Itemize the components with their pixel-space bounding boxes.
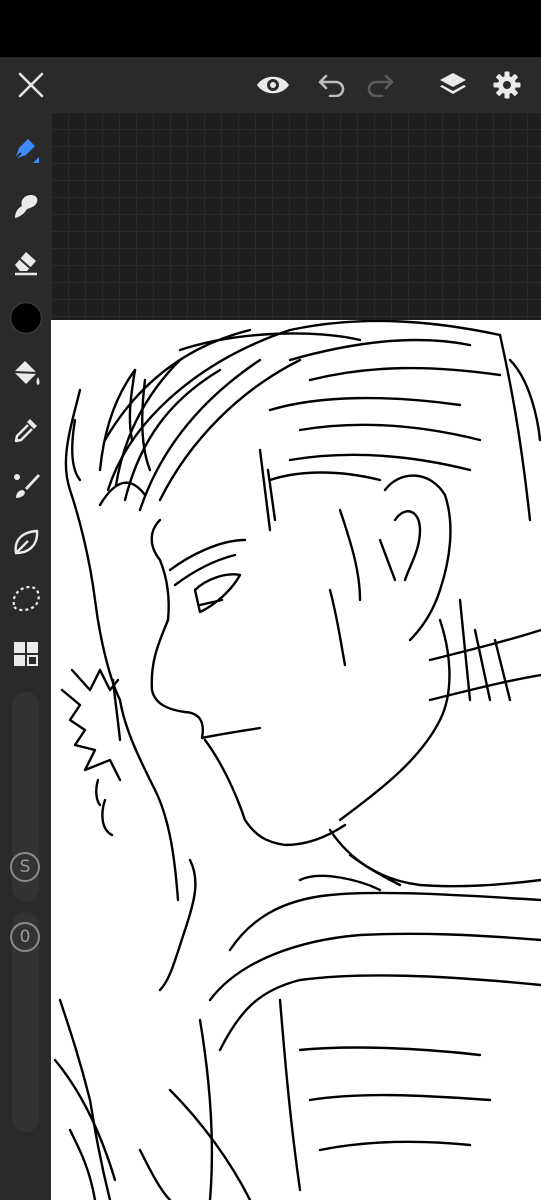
grid-icon — [13, 642, 38, 666]
color-picker-button[interactable] — [0, 294, 51, 342]
pen-icon — [13, 139, 39, 163]
undo-icon — [318, 74, 345, 97]
smudge-tool-button[interactable] — [0, 182, 51, 230]
close-button[interactable] — [7, 57, 55, 112]
vector-tool-button[interactable] — [0, 518, 51, 566]
redo-icon — [367, 74, 394, 97]
settings-button[interactable] — [483, 57, 531, 112]
status-bar — [0, 0, 541, 57]
layers-icon — [440, 72, 466, 94]
eyedropper-icon — [14, 419, 37, 443]
drawing-canvas[interactable] — [51, 320, 541, 1200]
selection-tool-button[interactable] — [0, 574, 51, 622]
opacity-badge[interactable]: 0 — [10, 922, 40, 952]
smudge-icon — [14, 195, 37, 218]
workspace-grid — [51, 112, 541, 320]
brush-settings-button[interactable] — [0, 462, 51, 510]
eraser-icon — [14, 252, 37, 276]
eyedropper-tool-button[interactable] — [0, 406, 51, 454]
size-badge[interactable]: S — [10, 852, 40, 882]
color-swatch — [9, 301, 42, 335]
preview-button[interactable] — [249, 57, 297, 112]
tool-sidebar: S 0 — [0, 112, 51, 1200]
brush-settings-icon — [13, 474, 40, 498]
paint-bucket-icon — [13, 361, 39, 385]
fill-tool-button[interactable] — [0, 350, 51, 398]
top-toolbar — [0, 57, 541, 112]
brush-tool-button[interactable] — [0, 126, 51, 174]
eye-icon — [257, 76, 289, 93]
gear-icon — [493, 71, 521, 98]
eraser-tool-button[interactable] — [0, 238, 51, 286]
lasso-icon — [12, 585, 40, 612]
leaf-icon — [13, 529, 38, 555]
undo-button[interactable] — [308, 57, 356, 112]
redo-button[interactable] — [356, 57, 404, 112]
layers-button[interactable] — [429, 57, 477, 112]
close-icon — [18, 72, 44, 97]
apps-button[interactable] — [0, 630, 51, 678]
sketch-drawing — [53, 320, 541, 1200]
